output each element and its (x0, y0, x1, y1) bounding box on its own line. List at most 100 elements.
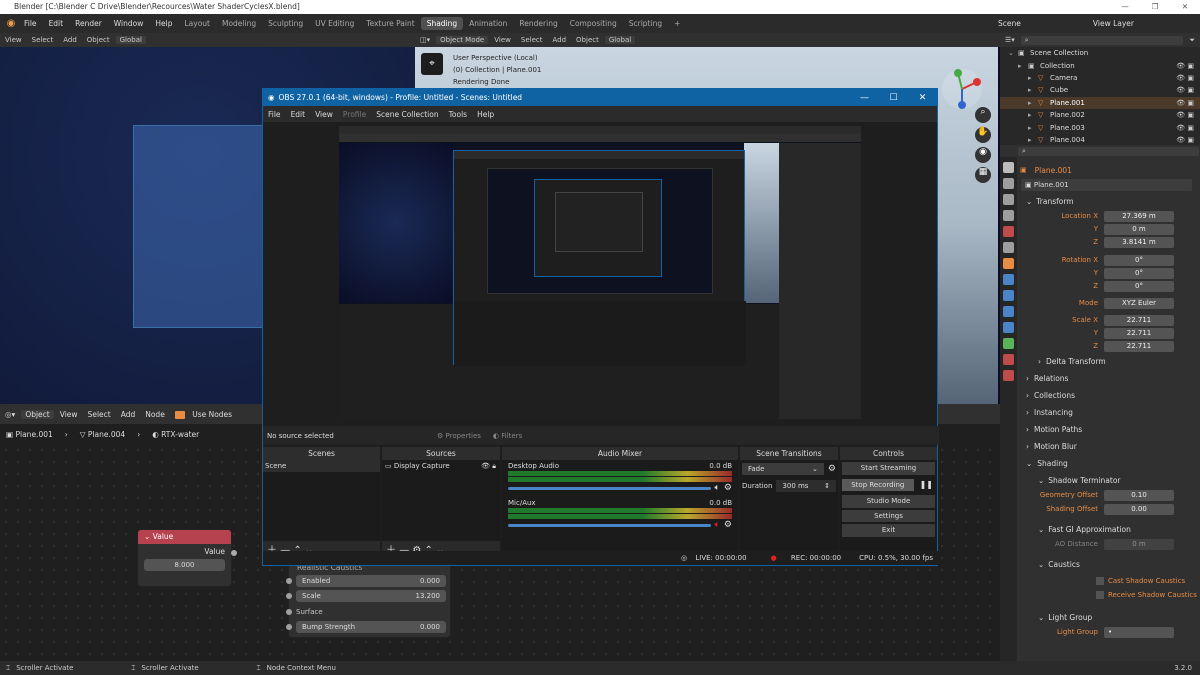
transform-section[interactable]: ⌄ Transform (1020, 193, 1200, 210)
menu-help[interactable]: Help (149, 19, 178, 28)
channel-settings-icon[interactable]: ⚙ (724, 483, 732, 493)
workspace-tab-compositing[interactable]: Compositing (564, 17, 623, 30)
location-x-field[interactable]: 27.369 m (1104, 210, 1174, 222)
properties-button[interactable]: ⚙ Properties (431, 432, 487, 440)
right-toolbar-view[interactable]: View (489, 36, 516, 44)
breadcrumb-material[interactable]: ◐ RTX-water (146, 430, 205, 439)
outliner-item[interactable]: ⌄ ▣ Scene Collection (1000, 47, 1200, 59)
input-socket[interactable] (286, 624, 292, 631)
expand-arrow-icon[interactable]: ▸ (1028, 74, 1038, 82)
studio-mode-button[interactable]: Studio Mode (842, 495, 935, 508)
filters-button[interactable]: ◐ Filters (487, 432, 528, 440)
obs-menu-scene-collection[interactable]: Scene Collection (371, 110, 443, 119)
scene-tab-icon[interactable] (1003, 226, 1014, 237)
visibility-eye-icon[interactable]: 👁︎ 🔒︎ (481, 460, 500, 472)
visibility-eye-icon[interactable]: 👁︎ ▣ (1176, 62, 1200, 70)
right-toolbar-object-mode[interactable]: Object Mode (436, 36, 489, 44)
volume-slider[interactable] (508, 523, 711, 527)
obs-minimize-button[interactable]: — (850, 93, 879, 103)
workspace-tab-rendering[interactable]: Rendering (513, 17, 563, 30)
menu-file[interactable]: File (18, 19, 43, 28)
muted-speaker-icon[interactable]: 🔈︎ (715, 520, 720, 530)
workspace-tab-animation[interactable]: Animation (463, 17, 513, 30)
right-toolbar-object[interactable]: Object (571, 36, 604, 44)
rotation-y-field[interactable]: 0° (1104, 267, 1174, 279)
outliner-type-icon[interactable]: ☰▾ (1000, 36, 1020, 44)
constraints-tab-icon[interactable] (1003, 322, 1014, 333)
section-shading[interactable]: ⌄ Shading (1020, 455, 1200, 472)
shader-input-field[interactable]: Bump Strength 0.000 (296, 621, 446, 634)
obs-window[interactable]: ◉ OBS 27.0.1 (64-bit, windows) - Profile… (262, 88, 939, 566)
section-motion-blur[interactable]: › Motion Blur (1020, 438, 1200, 455)
node-menu-node[interactable]: Node (140, 410, 170, 419)
duration-input[interactable]: 300 ms ⇕ (776, 480, 836, 492)
value-node[interactable]: ⌄ Value Value 8.000 (137, 529, 232, 587)
outliner-item[interactable]: ▸ ▽ Plane.003 👁︎ ▣ (1000, 121, 1200, 133)
right-toolbar-global[interactable]: Global (604, 36, 636, 44)
outliner-item[interactable]: ▸ ▽ Camera 👁︎ ▣ (1000, 72, 1200, 84)
camera-view-icon[interactable]: ◉ (975, 147, 991, 163)
pause-recording-icon[interactable]: ❚❚ (916, 480, 937, 489)
receive-shadow-caustics-checkbox[interactable]: Receive Shadow Caustics (1038, 589, 1200, 601)
menu-window[interactable]: Window (108, 19, 150, 28)
navigation-gizmo-icon[interactable] (940, 67, 985, 112)
physics-tab-icon[interactable] (1003, 306, 1014, 317)
texture-tab-icon[interactable] (1003, 370, 1014, 381)
workspace-tab-modeling[interactable]: Modeling (216, 17, 262, 30)
shader-input-field[interactable]: Enabled 0.000 (296, 574, 446, 587)
object-dropdown[interactable]: Object (21, 409, 54, 419)
transition-select[interactable]: Fade ⌄ (742, 463, 824, 475)
expand-arrow-icon[interactable]: ▸ (1028, 111, 1038, 119)
rotation-z-field[interactable]: 0° (1104, 280, 1174, 292)
light-group-field[interactable]: • (1104, 626, 1174, 638)
shadow-terminator-section[interactable]: ⌄ Shadow Terminator (1038, 472, 1200, 489)
cursor-tool-icon[interactable]: ⌖ (421, 53, 443, 75)
value-output-socket[interactable] (231, 550, 237, 556)
exit-button[interactable]: Exit (842, 524, 935, 537)
right-toolbar-add[interactable]: Add (547, 36, 571, 44)
section-collections[interactable]: › Collections (1020, 387, 1200, 404)
object-tab-icon[interactable] (1003, 258, 1014, 269)
input-socket[interactable] (286, 593, 292, 600)
node-menu-add[interactable]: Add (116, 410, 141, 419)
transition-settings-icon[interactable]: ⚙ (824, 464, 836, 474)
rotation-x-field[interactable]: 0° (1104, 254, 1174, 266)
scale-y-field[interactable]: 22.711 (1104, 327, 1174, 339)
visibility-eye-icon[interactable]: 👁︎ ▣ (1176, 111, 1200, 119)
expand-arrow-icon[interactable]: ▸ (1028, 99, 1038, 107)
pan-hand-icon[interactable]: ✋ (975, 127, 991, 143)
menu-render[interactable]: Render (69, 19, 108, 28)
maximize-button[interactable]: ❐ (1140, 0, 1170, 14)
breadcrumb-mesh[interactable]: ▽ Plane.004 (74, 430, 131, 439)
world-tab-icon[interactable] (1003, 242, 1014, 253)
visibility-eye-icon[interactable]: 👁︎ ▣ (1176, 136, 1200, 144)
blender-logo-icon[interactable]: ◉ (4, 17, 18, 31)
section-relations[interactable]: › Relations (1020, 370, 1200, 387)
breadcrumb-object[interactable]: ▣ Plane.001 (0, 430, 59, 439)
render-tab-icon[interactable] (1003, 178, 1014, 189)
visibility-eye-icon[interactable]: 👁︎ ▣ (1176, 124, 1200, 132)
obs-maximize-button[interactable]: ☐ (879, 93, 908, 103)
workspace-tab-shading[interactable]: Shading (420, 17, 464, 30)
location-y-field[interactable]: 0 m (1104, 223, 1174, 235)
grid-view-icon[interactable]: ▦ (975, 167, 991, 183)
node-menu-select[interactable]: Select (83, 410, 116, 419)
visibility-eye-icon[interactable]: 👁︎ ▣ (1176, 74, 1200, 82)
obs-menu-profile[interactable]: Profile (338, 110, 371, 119)
editor-type-icon[interactable]: ◎▾ (0, 410, 20, 419)
left-toolbar-global[interactable]: Global (115, 36, 146, 44)
filter-icon[interactable]: ⏷ (1184, 36, 1200, 45)
settings-button[interactable]: Settings (842, 509, 935, 522)
data-tab-icon[interactable] (1003, 338, 1014, 349)
view-layer-tab-icon[interactable] (1003, 210, 1014, 221)
tool-tab-icon[interactable] (1003, 162, 1014, 173)
workspace-tab-scripting[interactable]: Scripting (623, 17, 668, 30)
shader-input-field[interactable]: Scale 13.200 (296, 590, 446, 603)
obs-menu-edit[interactable]: Edit (286, 110, 311, 119)
object-name-field[interactable]: ▣ Plane.001 (1021, 179, 1192, 191)
channel-settings-icon[interactable]: ⚙ (724, 520, 732, 530)
menu-edit[interactable]: Edit (43, 19, 70, 28)
expand-arrow-icon[interactable]: ▸ (1028, 136, 1038, 144)
output-tab-icon[interactable] (1003, 194, 1014, 205)
particles-tab-icon[interactable] (1003, 290, 1014, 301)
